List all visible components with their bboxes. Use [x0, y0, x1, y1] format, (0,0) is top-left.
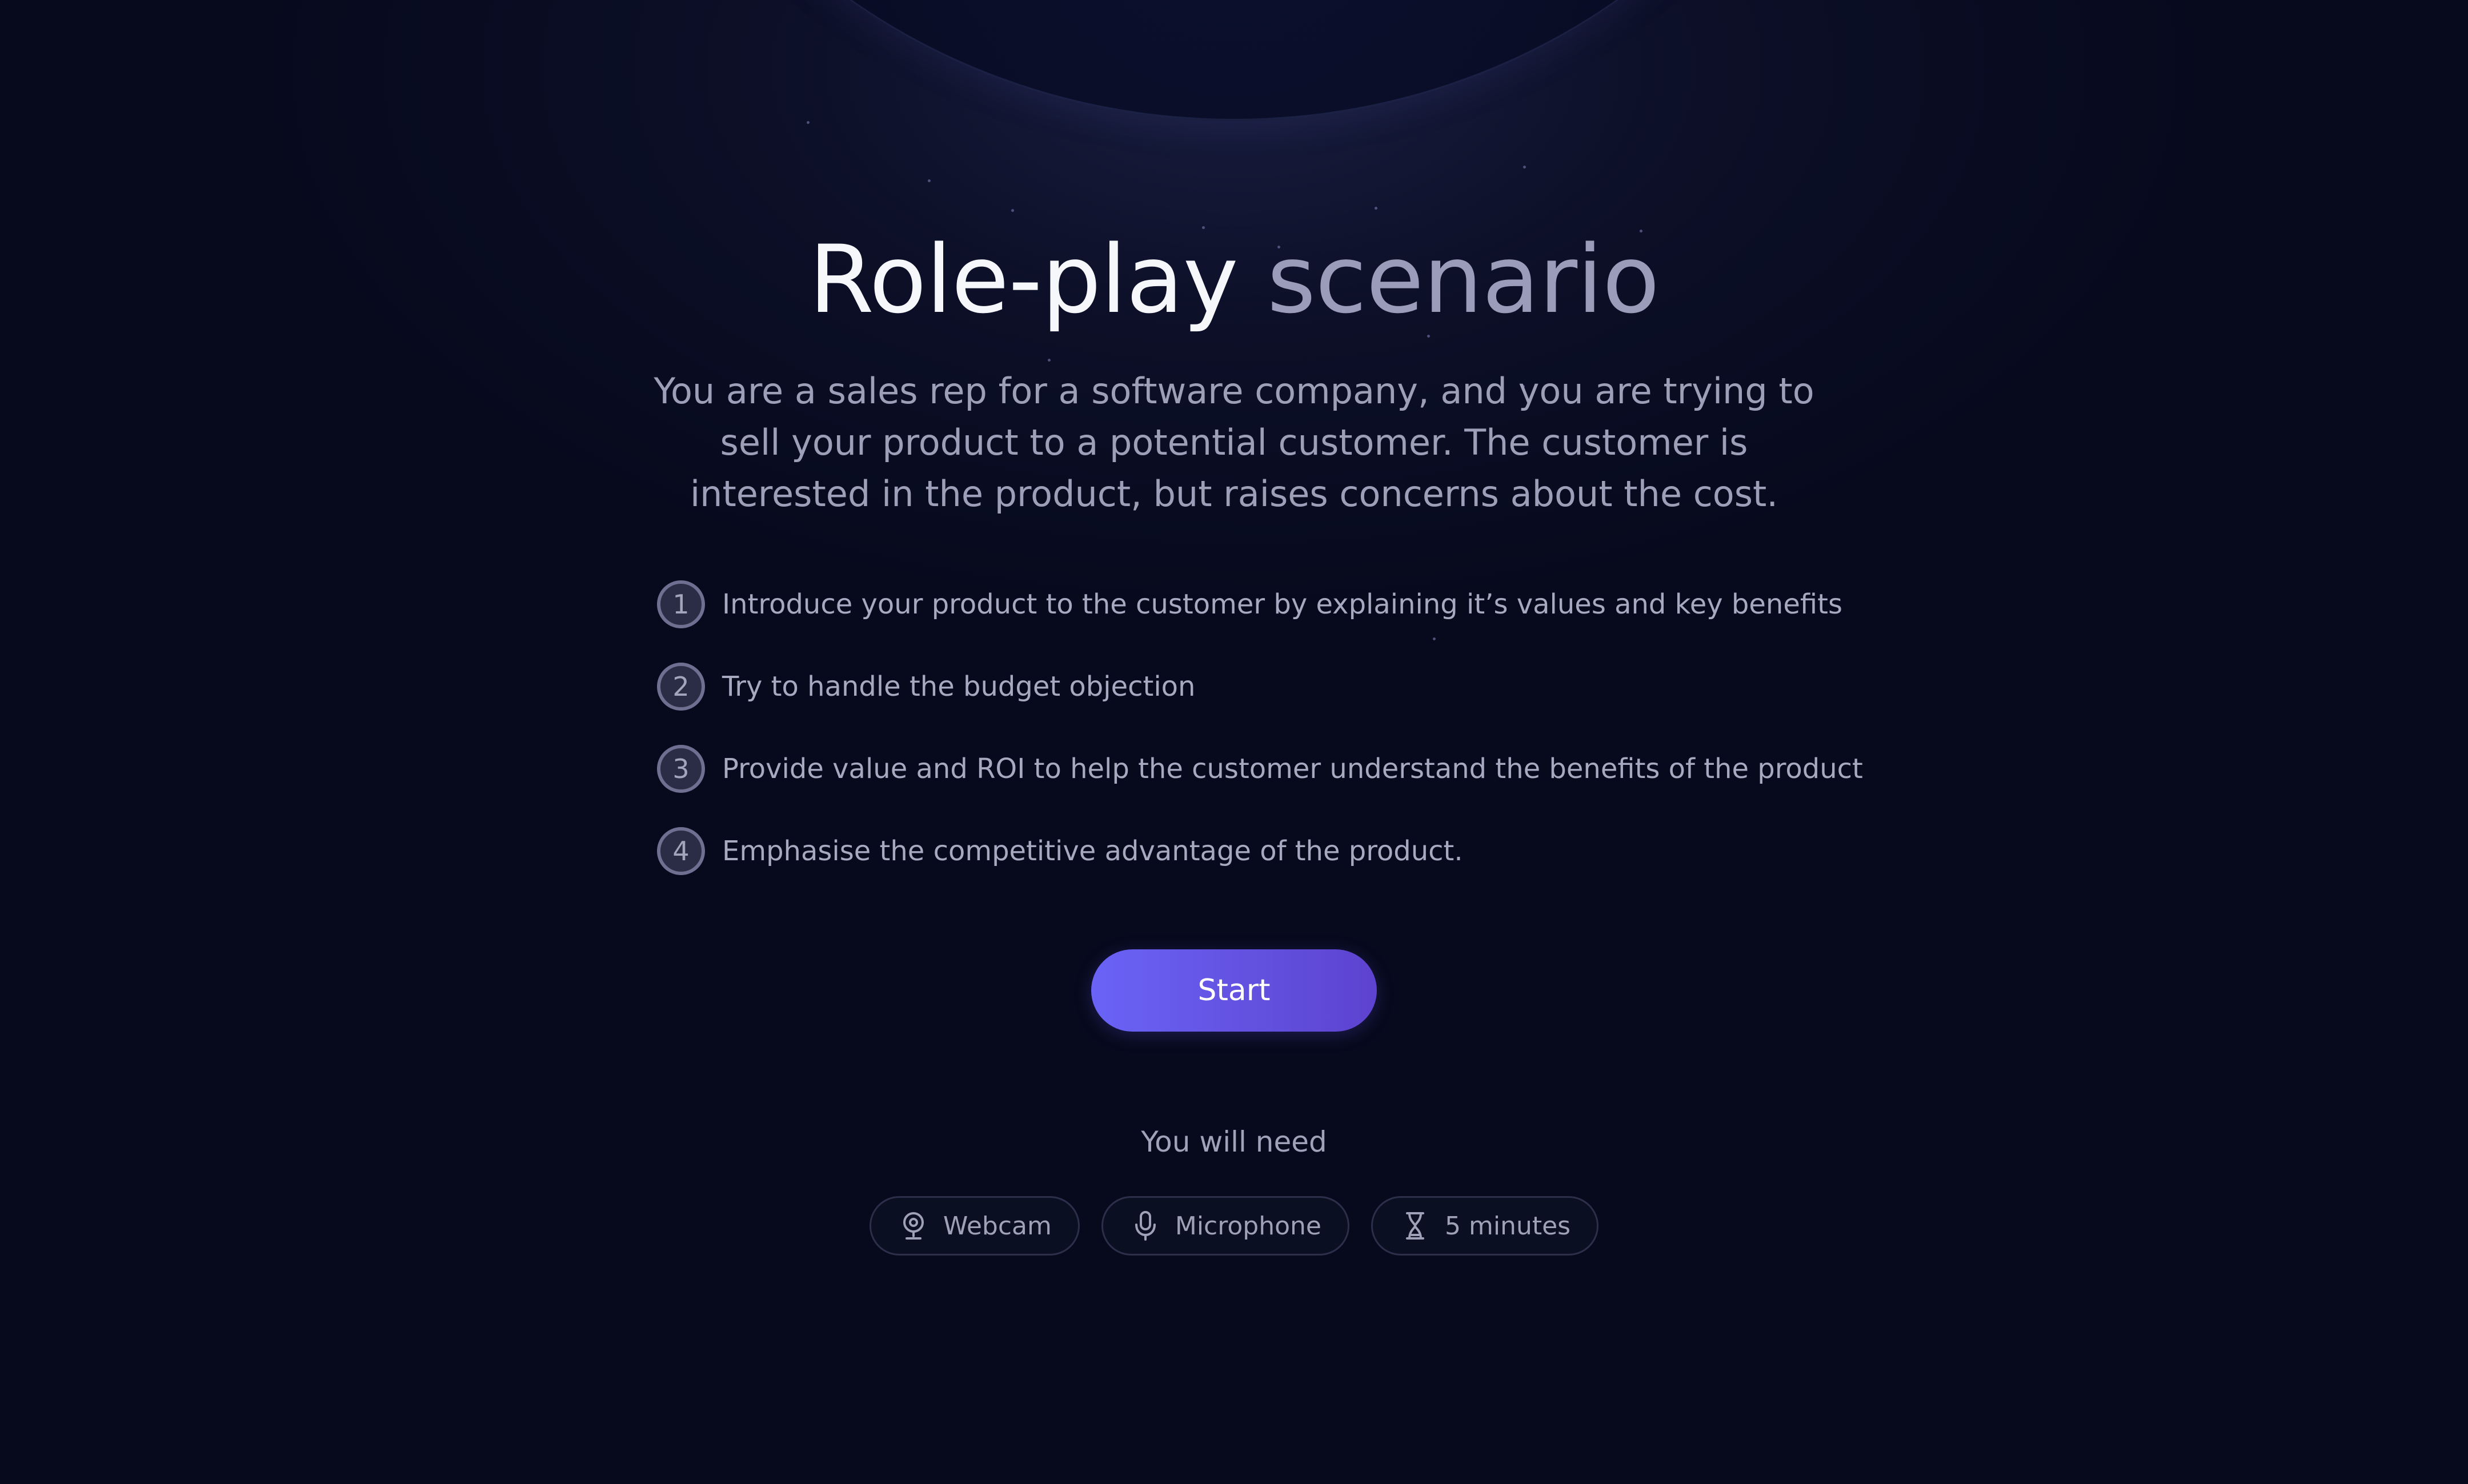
star-decoration [928, 179, 931, 182]
start-button[interactable]: Start [1091, 949, 1377, 1032]
title-secondary: scenario [1267, 225, 1660, 334]
step-item: 1 Introduce your product to the customer… [657, 577, 1914, 632]
requirements-label: You will need [1141, 1125, 1327, 1158]
page-title: Role-play scenario [0, 223, 2468, 337]
star-decoration [807, 121, 810, 124]
requirements-list: Webcam Microphone 5 minutes [0, 1196, 2468, 1256]
requirement-label: 5 minutes [1444, 1211, 1571, 1241]
step-number-badge: 1 [657, 580, 705, 628]
step-item: 3 Provide value and ROI to help the cust… [657, 741, 1914, 796]
step-item: 2 Try to handle the budget objection [657, 659, 1914, 714]
step-number-badge: 4 [657, 827, 705, 875]
star-decoration [1011, 209, 1014, 212]
step-text: Try to handle the budget objection [722, 671, 1196, 703]
microphone-icon [1132, 1210, 1159, 1242]
steps-list: 1 Introduce your product to the customer… [657, 577, 1914, 906]
requirement-chip-microphone: Microphone [1101, 1196, 1349, 1256]
requirement-label: Microphone [1175, 1211, 1321, 1241]
step-text: Emphasise the competitive advantage of t… [722, 835, 1463, 867]
hourglass-icon [1401, 1210, 1429, 1242]
star-decoration [1523, 166, 1526, 169]
step-number-badge: 2 [657, 663, 705, 711]
step-number-badge: 3 [657, 745, 705, 793]
title-primary: Role-play [808, 225, 1239, 334]
star-decoration [1048, 359, 1051, 362]
requirement-label: Webcam [943, 1211, 1052, 1241]
step-text: Provide value and ROI to help the custom… [722, 753, 1863, 785]
requirement-chip-webcam: Webcam [869, 1196, 1080, 1256]
decorative-arc [594, 0, 1874, 121]
scenario-description: You are a sales rep for a software compa… [654, 370, 1814, 515]
star-decoration [1375, 207, 1377, 210]
page-background: Role-play scenario You are a sales rep f… [0, 0, 2468, 1484]
step-text: Introduce your product to the customer b… [722, 588, 1842, 620]
webcam-icon [900, 1210, 927, 1242]
requirement-chip-duration: 5 minutes [1371, 1196, 1599, 1256]
step-item: 4 Emphasise the competitive advantage of… [657, 824, 1914, 879]
